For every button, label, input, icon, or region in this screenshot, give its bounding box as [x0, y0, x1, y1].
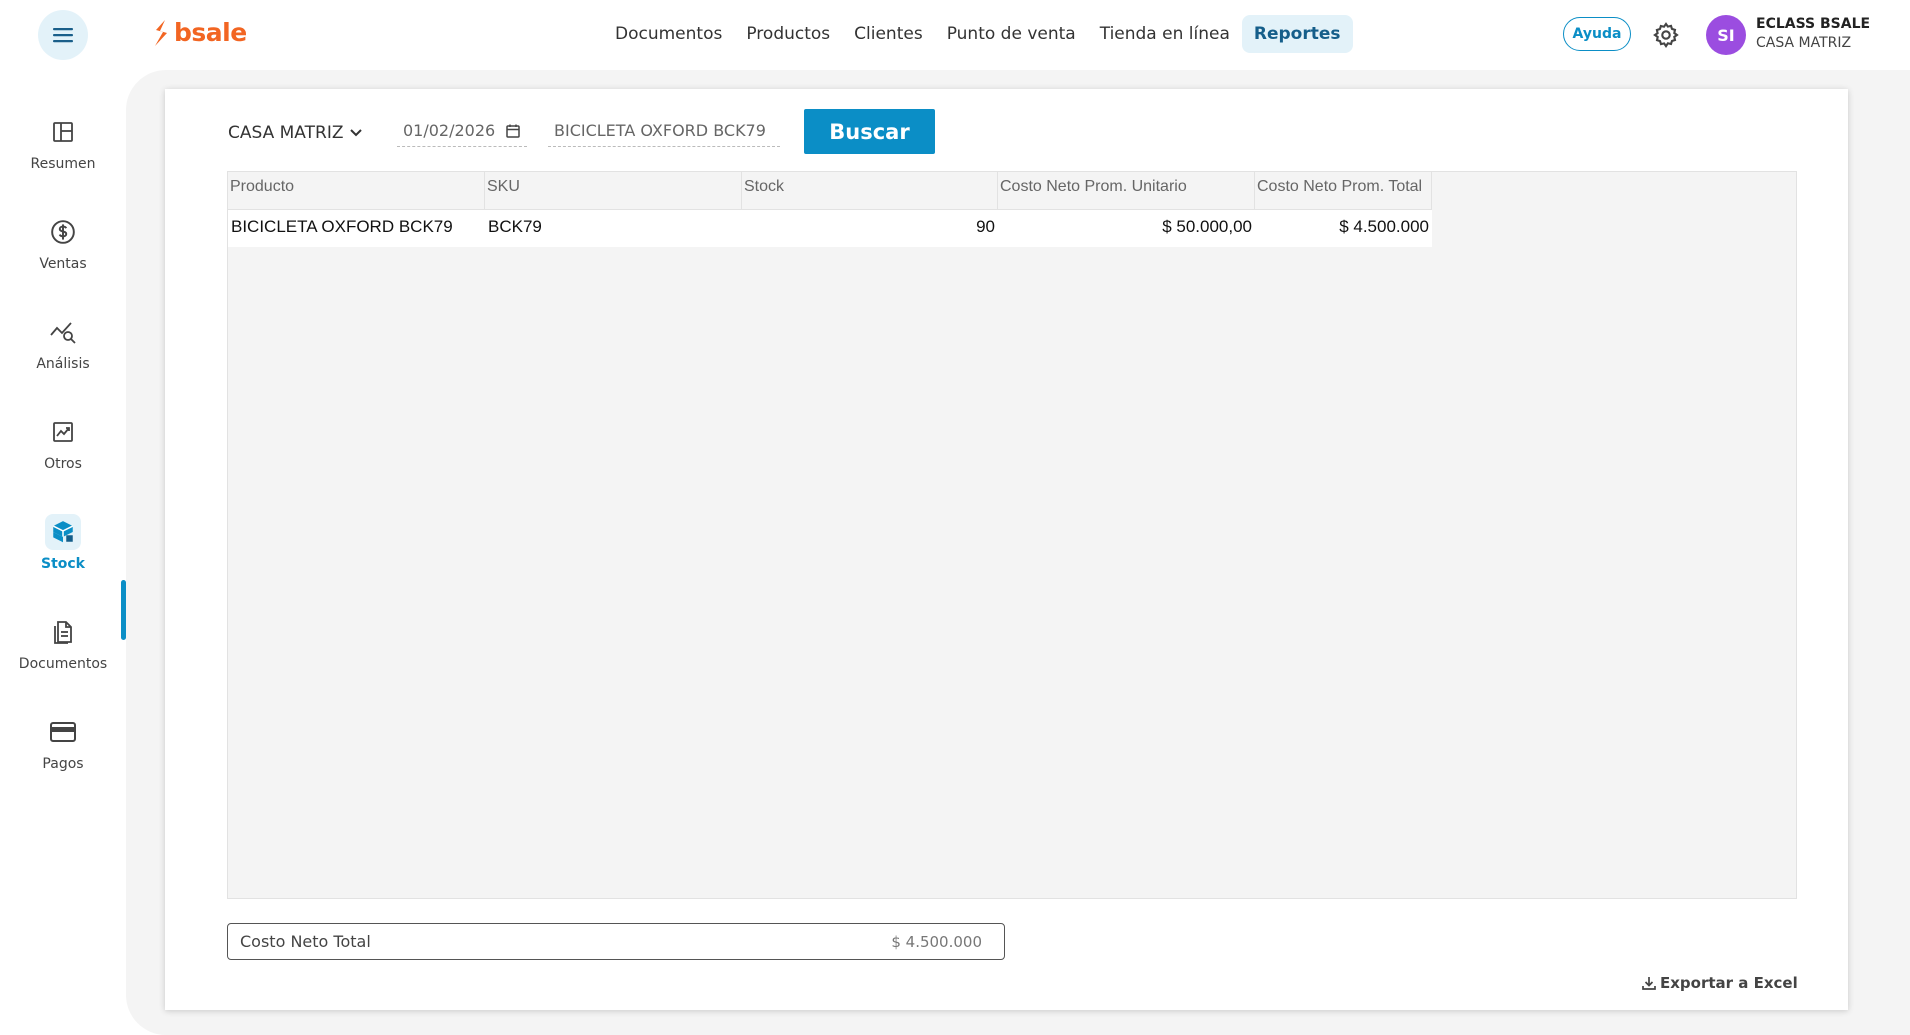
bsale-logo-icon	[155, 19, 167, 46]
help-button[interactable]: Ayuda	[1563, 17, 1631, 51]
total-summary: Costo Neto Total $ 4.500.000	[227, 923, 1005, 960]
top-bar: bsale Documentos Productos Clientes Punt…	[0, 0, 1910, 70]
nav-clientes[interactable]: Clientes	[842, 15, 935, 53]
table-header: Producto SKU Stock Costo Neto Prom. Unit…	[228, 172, 1432, 210]
branch-select[interactable]: CASA MATRIZ	[228, 123, 363, 143]
sidebar-item-analisis[interactable]: Análisis	[0, 314, 126, 394]
dollar-icon	[45, 214, 81, 250]
sidebar-item-documentos[interactable]: Documentos	[0, 614, 126, 694]
nav-tienda-en-linea[interactable]: Tienda en línea	[1088, 15, 1242, 53]
sidebar-item-label: Documentos	[18, 656, 108, 672]
avatar[interactable]: SI	[1706, 15, 1746, 55]
total-value: $ 4.500.000	[891, 932, 982, 951]
sidebar-item-label: Resumen	[30, 156, 96, 172]
sidebar-item-label: Stock	[40, 556, 85, 572]
stock-table: Producto SKU Stock Costo Neto Prom. Unit…	[227, 171, 1797, 899]
download-icon	[1642, 977, 1656, 990]
export-excel-button[interactable]: Exportar a Excel	[1641, 974, 1798, 992]
layout-icon	[45, 114, 81, 150]
total-label: Costo Neto Total	[240, 932, 371, 951]
product-search-input[interactable]	[548, 115, 780, 147]
box-icon	[45, 514, 81, 550]
user-branch: CASA MATRIZ	[1756, 35, 1852, 51]
chevron-down-icon	[350, 129, 363, 137]
user-name: ECLASS BSALE	[1756, 16, 1871, 32]
document-icon	[45, 614, 81, 650]
cell-stock: 90	[976, 217, 995, 236]
column-header-costo-total[interactable]: Costo Neto Prom. Total	[1255, 172, 1432, 210]
cell-costo-unitario: $ 50.000,00	[1162, 217, 1252, 236]
cell-sku: BCK79	[488, 217, 542, 236]
main-nav: Documentos Productos Clientes Punto de v…	[603, 15, 1353, 53]
gear-icon[interactable]	[1652, 21, 1680, 49]
search-button[interactable]: Buscar	[804, 109, 935, 154]
sidebar-item-label: Otros	[44, 456, 82, 472]
menu-button[interactable]	[38, 10, 88, 60]
export-label: Exportar a Excel	[1660, 974, 1798, 992]
column-header-producto[interactable]: Producto	[228, 172, 485, 210]
active-indicator	[121, 580, 126, 640]
date-picker[interactable]: 01/02/2026	[397, 115, 527, 147]
nav-reportes[interactable]: Reportes	[1241, 15, 1353, 53]
sidebar-item-label: Ventas	[39, 256, 87, 272]
sidebar-item-otros[interactable]: Otros	[0, 414, 126, 494]
analysis-icon	[45, 314, 81, 350]
table-row[interactable]: BICICLETA OXFORD BCK79 BCK79 90 $ 50.000…	[228, 210, 1432, 247]
cell-costo-total: $ 4.500.000	[1339, 217, 1429, 236]
chart-icon	[45, 414, 81, 450]
cell-producto: BICICLETA OXFORD BCK79	[231, 217, 453, 236]
hamburger-icon	[53, 28, 73, 43]
nav-punto-de-venta[interactable]: Punto de venta	[935, 15, 1088, 53]
user-info[interactable]: ECLASS BSALE CASA MATRIZ	[1756, 16, 1870, 51]
calendar-icon	[506, 124, 520, 138]
nav-productos[interactable]: Productos	[734, 15, 842, 53]
card-icon	[45, 714, 81, 750]
column-header-sku[interactable]: SKU	[485, 172, 742, 210]
sidebar-item-label: Pagos	[42, 756, 84, 772]
column-header-costo-unitario[interactable]: Costo Neto Prom. Unitario	[998, 172, 1255, 210]
sidebar-item-resumen[interactable]: Resumen	[0, 114, 126, 194]
nav-documentos[interactable]: Documentos	[603, 15, 734, 53]
sidebar-item-ventas[interactable]: Ventas	[0, 214, 126, 294]
sidebar-item-label: Análisis	[36, 356, 90, 372]
date-value: 01/02/2026	[403, 121, 496, 140]
branch-select-value: CASA MATRIZ	[228, 123, 344, 143]
sidebar-item-stock[interactable]: Stock	[0, 514, 126, 594]
report-panel: CASA MATRIZ 01/02/2026 Buscar Producto S…	[165, 89, 1848, 1010]
column-header-stock[interactable]: Stock	[742, 172, 998, 210]
sidebar: Resumen Ventas Análisis Otros Stock Docu…	[0, 70, 126, 1035]
logo[interactable]: bsale	[152, 18, 247, 47]
logo-text: bsale	[174, 18, 247, 47]
sidebar-item-pagos[interactable]: Pagos	[0, 714, 126, 794]
